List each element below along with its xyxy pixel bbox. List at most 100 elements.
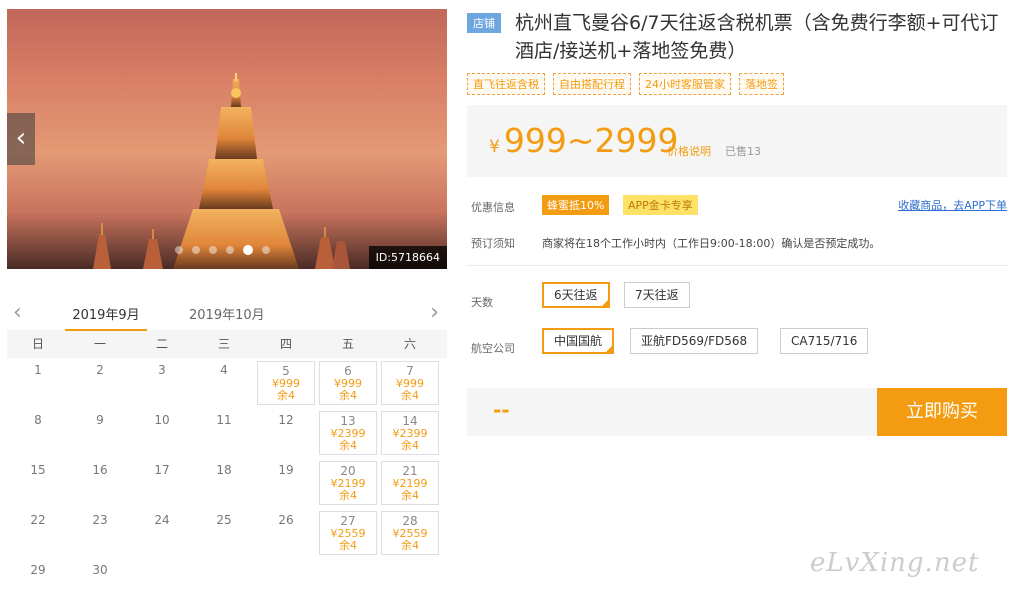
day-number: 12	[278, 413, 294, 427]
calendar-day: 30	[69, 558, 131, 600]
image-id-label: ID:5718664	[368, 246, 447, 269]
total-price: --	[493, 398, 510, 422]
calendar-header: ‹ 2019年9月 2019年10月 ›	[7, 298, 447, 331]
weekday-label: 五	[341, 337, 354, 351]
purchase-bar: -- 立即购买	[467, 388, 1007, 436]
sold-count: 已售13	[725, 145, 761, 158]
calendar-day: 19	[255, 458, 317, 508]
calendar-day: 23	[69, 508, 131, 558]
option-airline-fd[interactable]: 亚航FD569/FD568	[630, 328, 759, 354]
tab-month-current[interactable]: 2019年9月	[65, 304, 147, 331]
feature-tag: 落地签	[739, 73, 784, 95]
date-calendar: ‹ 2019年9月 2019年10月 › 日一二三四五六 1 2 3 4 5 ¥999 余4…	[7, 298, 447, 600]
calendar-day: 15	[7, 458, 69, 508]
calendar-day-available[interactable]: 21 ¥2199 余4	[381, 461, 439, 505]
day-number: 9	[96, 413, 104, 427]
booking-label: 预订须知	[471, 237, 515, 250]
product-info-panel: 店铺 杭州直飞曼谷6/7天往返含税机票（含免费行李额+可代订酒店/接送机+落地签…	[467, 9, 1007, 436]
day-stock: 余4	[339, 539, 357, 552]
promo-label: 优惠信息	[471, 201, 515, 214]
promo-badge-app: APP金卡专享	[623, 195, 698, 215]
calendar-day: 18	[193, 458, 255, 508]
day-stock: 余4	[401, 489, 419, 502]
gallery-dot[interactable]	[262, 246, 270, 254]
day-stock: 余4	[339, 489, 357, 502]
calendar-day: 25	[193, 508, 255, 558]
tab-month-next[interactable]: 2019年10月	[189, 304, 265, 329]
temple-photo	[93, 73, 350, 269]
days-option-row: 天数 6天往返 7天往返	[467, 280, 1007, 326]
gallery-dot[interactable]	[243, 245, 253, 255]
product-title: 杭州直飞曼谷6/7天往返含税机票（含免费行李额+可代订酒店/接送机+落地签免费）	[515, 12, 999, 62]
day-number: 4	[220, 363, 228, 377]
promo-badge-honey: 蜂蜜抵10%	[542, 195, 610, 215]
calendar-day: 3	[131, 358, 193, 408]
calendar-day: 4	[193, 358, 255, 408]
weekday-label: 二	[155, 337, 168, 351]
calendar-day-available[interactable]: 7 ¥999 余4	[381, 361, 439, 405]
calendar-day: 8	[7, 408, 69, 458]
calendar-day: 10	[131, 408, 193, 458]
product-gallery: ‹ › ID:5718664	[7, 9, 447, 269]
calendar-day: 24	[131, 508, 193, 558]
option-days-7[interactable]: 7天往返	[624, 282, 690, 308]
day-stock: 余4	[339, 389, 357, 402]
gallery-dot[interactable]	[175, 246, 183, 254]
chevron-left-icon[interactable]: ‹	[13, 300, 22, 325]
feature-tag: 直飞往返含税	[467, 73, 545, 95]
calendar-day: 11	[193, 408, 255, 458]
option-airline-ca715[interactable]: CA715/716	[780, 328, 869, 354]
day-stock: 余4	[401, 439, 419, 452]
price-note-link[interactable]: 价格说明	[667, 143, 711, 159]
day-number: 15	[30, 463, 46, 477]
gallery-dot[interactable]	[192, 246, 200, 254]
calendar-day: 29	[7, 558, 69, 600]
divider	[467, 265, 1007, 266]
calendar-day-available[interactable]: 20 ¥2199 余4	[319, 461, 377, 505]
chevron-right-icon[interactable]: ›	[430, 300, 439, 325]
day-number: 22	[30, 513, 46, 527]
day-number: 26	[278, 513, 294, 527]
buy-now-button[interactable]: 立即购买	[877, 388, 1007, 436]
booking-notice-row: 预订须知 商家将在18个工作小时内（工作日9:00-18:00）确认是否预定成功…	[467, 227, 1007, 257]
calendar-day: 17	[131, 458, 193, 508]
day-number: 25	[216, 513, 232, 527]
calendar-day: 26	[255, 508, 317, 558]
day-number: 1	[34, 363, 42, 377]
price-range: ¥999~2999	[489, 121, 678, 160]
weekday-label: 三	[217, 337, 230, 351]
weekday-label: 日	[31, 337, 44, 351]
gallery-prev-button[interactable]: ‹	[7, 113, 35, 165]
calendar-day-available[interactable]: 6 ¥999 余4	[319, 361, 377, 405]
price-box: ¥999~2999 价格说明 已售13	[467, 105, 1007, 177]
calendar-day-available[interactable]: 28 ¥2559 余4	[381, 511, 439, 555]
option-airline-ca[interactable]: 中国国航	[542, 328, 615, 354]
title-row: 店铺 杭州直飞曼谷6/7天往返含税机票（含免费行李额+可代订酒店/接送机+落地签…	[467, 9, 1007, 65]
calendar-day-available[interactable]: 27 ¥2559 余4	[319, 511, 377, 555]
days-label: 天数	[471, 296, 493, 309]
day-number: 18	[216, 463, 232, 477]
day-stock: 余4	[401, 539, 419, 552]
option-days-6[interactable]: 6天往返	[542, 282, 610, 308]
day-stock: 余4	[277, 389, 295, 402]
day-number: 16	[92, 463, 108, 477]
calendar-day-available[interactable]: 13 ¥2399 余4	[319, 411, 377, 455]
airline-option-row: 航空公司 中国国航 亚航FD569/FD568 CA715/716	[467, 326, 1007, 372]
gallery-dot[interactable]	[226, 246, 234, 254]
airline-label: 航空公司	[471, 342, 515, 355]
day-stock: 余4	[339, 439, 357, 452]
day-number: 8	[34, 413, 42, 427]
favorite-link[interactable]: 收藏商品，去APP下单	[898, 197, 1007, 213]
shop-badge: 店铺	[467, 13, 501, 33]
weekday-label: 一	[93, 337, 106, 351]
calendar-day-available[interactable]: 5 ¥999 余4	[257, 361, 315, 405]
calendar-day: 12	[255, 408, 317, 458]
day-number: 10	[154, 413, 170, 427]
day-number: 29	[30, 563, 46, 577]
calendar-weekdays: 日一二三四五六	[7, 330, 447, 358]
calendar-day-available[interactable]: 14 ¥2399 余4	[381, 411, 439, 455]
weekday-label: 四	[279, 337, 292, 351]
day-number: 17	[154, 463, 170, 477]
gallery-dot[interactable]	[209, 246, 217, 254]
day-number: 19	[278, 463, 294, 477]
